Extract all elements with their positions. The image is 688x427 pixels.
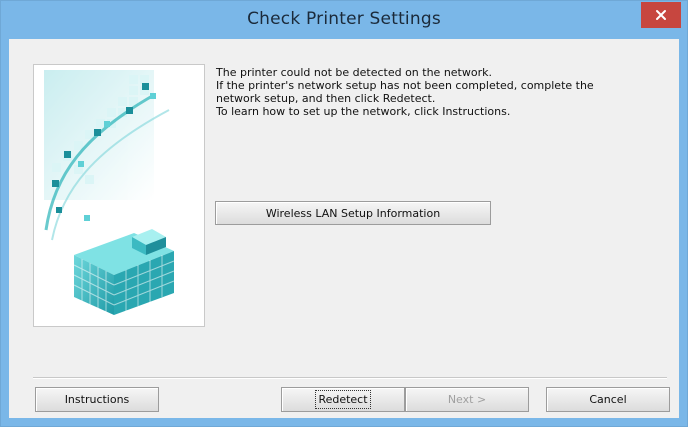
dialog-body: The printer could not be detected on the… [9,39,679,418]
dialog-window: Check Printer Settings The printer could… [0,0,688,427]
cancel-label: Cancel [589,393,627,406]
window-title: Check Printer Settings [247,9,441,29]
next-button[interactable]: Next > [405,387,529,412]
instructions-button[interactable]: Instructions [35,387,159,412]
redetect-label: Redetect [315,390,371,409]
message-line: network setup, and then click Redetect. [216,92,436,105]
message-line: If the printer's network setup has not b… [216,79,594,92]
status-message: The printer could not be detected on the… [216,66,666,118]
wireless-lan-setup-info-label: Wireless LAN Setup Information [265,206,441,220]
message-line: The printer could not be detected on the… [216,66,492,79]
wireless-lan-setup-info-button[interactable]: Wireless LAN Setup Information [215,201,491,225]
message-line: To learn how to set up the network, clic… [216,105,511,118]
title-bar[interactable]: Check Printer Settings [1,1,687,39]
close-button[interactable] [641,2,681,28]
printer-network-graphic [34,65,204,326]
instructions-label: Instructions [64,393,130,406]
redetect-button[interactable]: Redetect [281,387,405,412]
button-separator [33,377,667,379]
cube-illustration [33,64,205,327]
next-label: Next > [447,393,487,406]
cancel-button[interactable]: Cancel [546,387,670,412]
close-icon [656,10,666,20]
